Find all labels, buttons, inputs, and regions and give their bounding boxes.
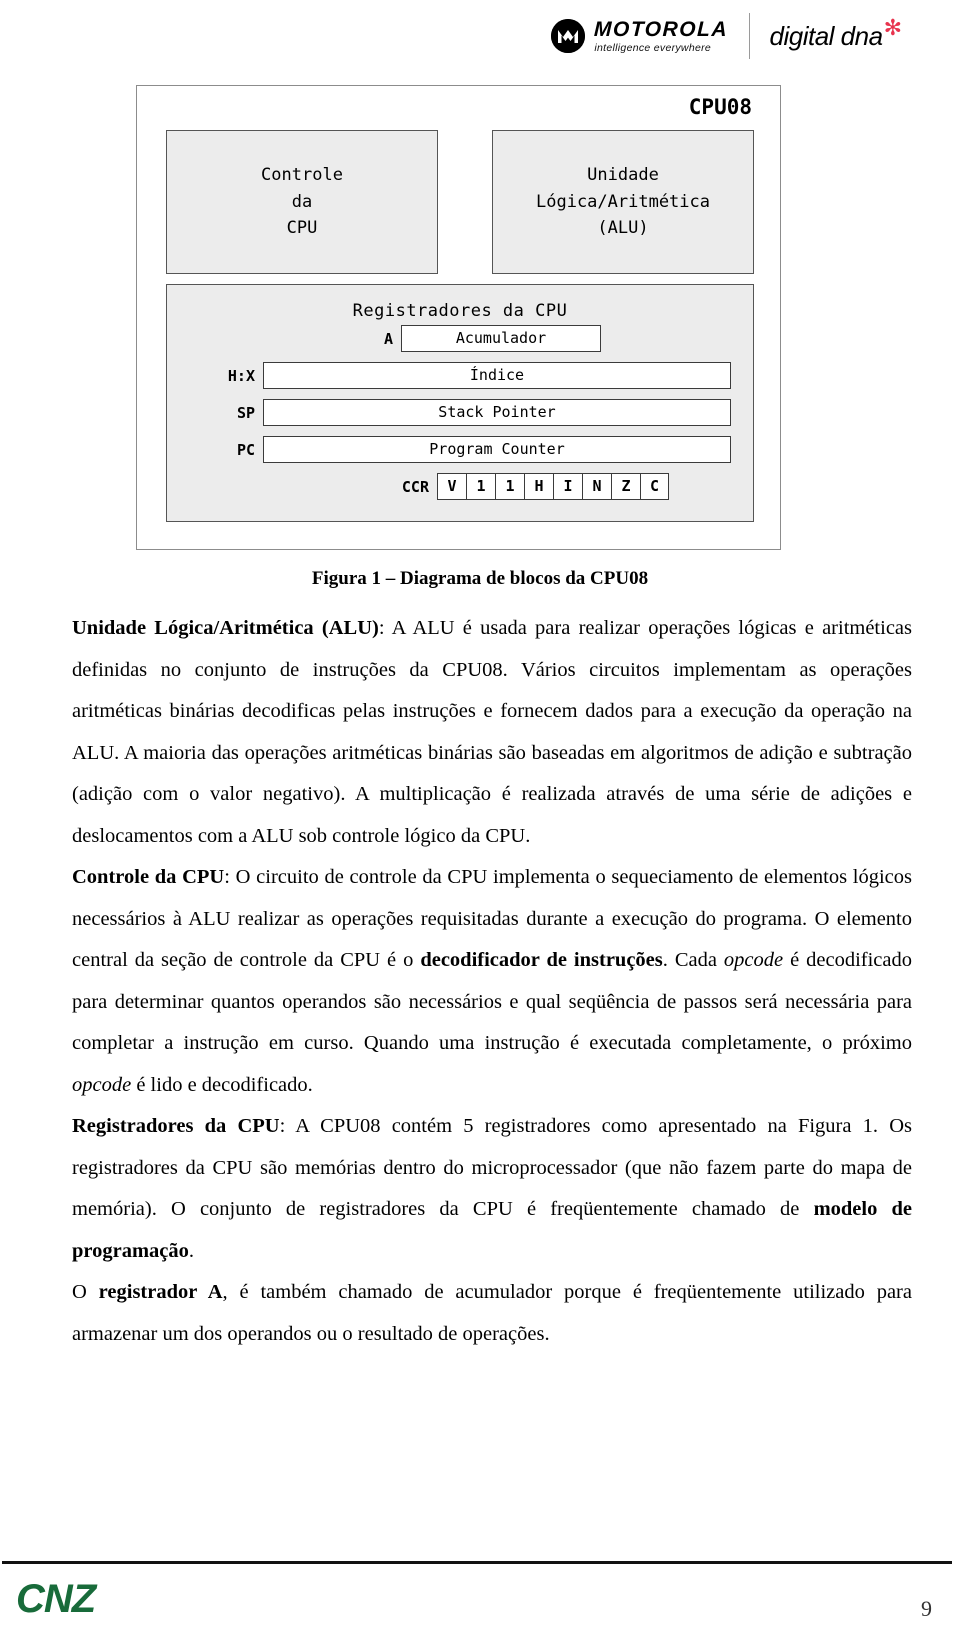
ccr-bit-group: V 1 1 H I N Z C (437, 473, 669, 500)
ccr-bit-n: N (582, 473, 611, 500)
paragraph-cpu-control-body-d: é lido e decodificado. (131, 1073, 313, 1096)
paragraph-cpu-control-body-b: . Cada (662, 949, 724, 971)
paragraph-cpu-registers-body-b: . (188, 1239, 195, 1262)
paragraph-cpu-registers-heading: Registradores da CPU (72, 1115, 280, 1137)
footer-divider (2, 1561, 952, 1564)
motorola-m-icon (551, 19, 586, 53)
register-label-pc: PC (236, 440, 255, 459)
page-header: MOTOROLA intelligence everywhere digital… (0, 0, 960, 72)
register-row-sp: SP Stack Pointer (167, 399, 753, 426)
term-instruction-decoder: decodificador de instruções (420, 949, 663, 971)
brand-logos: MOTOROLA intelligence everywhere digital… (551, 8, 902, 64)
cpu08-block-diagram: CPU08 Controle da CPU Unidade Lógica/Ari… (136, 85, 781, 550)
motorola-name: MOTOROLA (594, 17, 729, 41)
register-label-a: A (383, 329, 393, 348)
block-cpu-control: Controle da CPU (166, 130, 438, 274)
register-field-index: Índice (263, 362, 731, 389)
paragraph-alu-body: : A ALU é usada para realizar operações … (72, 617, 912, 847)
paragraph-cpu-registers: Registradores da CPU: A CPU08 contém 5 r… (72, 1106, 912, 1272)
register-field-accumulator: Acumulador (401, 325, 601, 352)
motorola-logo: MOTOROLA intelligence everywhere (551, 17, 729, 54)
term-opcode-2: opcode (72, 1073, 132, 1096)
diagram-top-blocks: Controle da CPU Unidade Lógica/Aritmétic… (166, 130, 754, 274)
register-label-sp: SP (236, 403, 255, 422)
register-row-pc: PC Program Counter (167, 436, 753, 463)
term-opcode-1: opcode (723, 949, 784, 971)
document-body: Unidade Lógica/Aritmética (ALU): A ALU é… (72, 608, 912, 1355)
block-cpu-registers: Registradores da CPU A Acumulador H:X Ín… (166, 284, 754, 522)
paragraph-alu-heading: Unidade Lógica/Aritmética (ALU) (72, 617, 379, 639)
ccr-bit-one-2: 1 (495, 473, 524, 500)
register-label-ccr: CCR (401, 477, 429, 496)
figure-caption: Figura 1 – Diagrama de blocos da CPU08 (311, 568, 649, 589)
ccr-bit-one-1: 1 (466, 473, 495, 500)
page-number: 9 (921, 1596, 932, 1621)
ccr-bit-v: V (437, 473, 466, 500)
paragraph-cpu-control-heading: Controle da CPU (72, 866, 225, 888)
motorola-wordmark: MOTOROLA intelligence everywhere (594, 17, 729, 54)
motorola-tagline: intelligence everywhere (594, 41, 712, 54)
ccr-bit-z: Z (611, 473, 640, 500)
block-alu: Unidade Lógica/Aritmética (ALU) (492, 130, 754, 274)
term-register-a: registrador A (98, 1281, 223, 1303)
registers-panel-title: Registradores da CPU (352, 301, 568, 321)
paragraph-alu: Unidade Lógica/Aritmética (ALU): A ALU é… (72, 608, 912, 857)
register-field-stack-pointer: Stack Pointer (263, 399, 731, 426)
digital-dna-wordmark: digital dna (769, 21, 884, 51)
register-row-ccr: CCR V 1 1 H I N Z C (167, 473, 753, 500)
diagram-title: CPU08 (688, 95, 752, 119)
ccr-bit-h: H (524, 473, 553, 500)
paragraph-register-a: O registrador A, é também chamado de acu… (72, 1272, 912, 1355)
logo-divider (748, 13, 750, 59)
ccr-bit-c: C (640, 473, 669, 500)
asterisk-star-icon: ✻ (883, 15, 902, 40)
paragraph-cpu-control: Controle da CPU: O circuito de controle … (72, 857, 912, 1106)
ccr-bit-i: I (553, 473, 582, 500)
cnz-logo: CNZ (16, 1577, 96, 1621)
paragraph-register-a-lead: O (72, 1281, 99, 1303)
register-label-hx: H:X (227, 366, 255, 385)
register-field-program-counter: Program Counter (263, 436, 731, 463)
register-row-a: A Acumulador (167, 325, 753, 352)
digital-dna-logo: digital dna ✻ (769, 17, 902, 51)
register-row-hx: H:X Índice (167, 362, 753, 389)
page-footer: CNZ 9 (0, 1551, 960, 1643)
